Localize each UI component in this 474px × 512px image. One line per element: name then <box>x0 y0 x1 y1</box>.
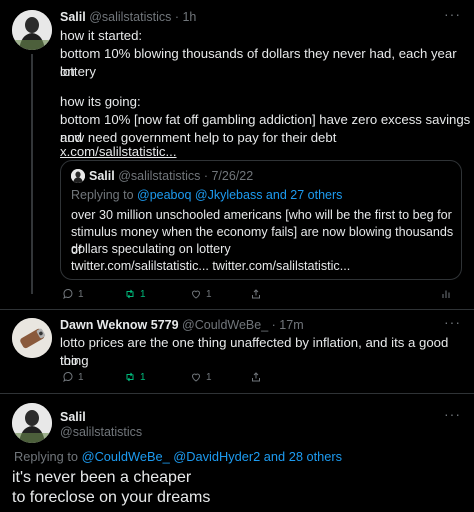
tweet-header: Salil @salilstatistics · 1h <box>60 9 196 25</box>
divider <box>0 309 474 310</box>
tweet-header: Dawn Weknow 5779 @CouldWeBe_ · 17m <box>60 317 304 333</box>
thread-line <box>31 54 33 294</box>
replying-to-label: Replying to <box>71 188 138 202</box>
heart-icon <box>191 373 201 382</box>
analytics-button[interactable] <box>440 288 452 300</box>
like-button[interactable]: 1 <box>190 371 250 383</box>
tweet-line: lottery <box>60 64 96 79</box>
timestamp[interactable]: · 17m <box>272 318 304 332</box>
tweet-line: how it started: <box>60 28 143 43</box>
heart-icon <box>191 290 201 299</box>
author-name[interactable]: Salil <box>60 409 86 425</box>
quote-header: Salil @salilstatistics · 7/26/22 <box>89 168 253 184</box>
replying-to-label: Replying to <box>14 449 82 464</box>
reply-count: 1 <box>78 371 84 383</box>
more-options-icon[interactable]: ··· <box>444 6 461 22</box>
tweet-line: too <box>60 353 79 368</box>
reply-icon <box>63 288 73 300</box>
author-handle[interactable]: @salilstatistics <box>89 10 171 24</box>
tweet-line: lotto prices are the one thing unaffecte… <box>60 335 452 368</box>
divider <box>0 393 474 394</box>
share-icon <box>252 372 260 382</box>
quote-avatar <box>71 169 85 183</box>
quote-text-line: over 30 million unschooled americans [wh… <box>71 208 452 222</box>
author-handle[interactable]: @salilstatistics <box>60 424 142 440</box>
quote-text-line: dollars speculating on lottery <box>71 242 231 256</box>
share-button[interactable] <box>250 371 262 383</box>
quote-replying-to: Replying to @peaboq @Jkylebass and 27 ot… <box>71 187 342 203</box>
replying-to-users[interactable]: @CouldWeBe_ @DavidHyder2 and 28 others <box>82 449 343 464</box>
reply-count: 1 <box>78 288 84 300</box>
retweet-button[interactable]: 1 <box>124 288 190 300</box>
tweet-line: bottom 10% blowing thousands of dollars … <box>60 46 461 79</box>
tweet-link[interactable]: x.com/salilstatistic... <box>60 143 177 161</box>
quote-timestamp: · 7/26/22 <box>203 169 254 183</box>
retweet-count: 1 <box>140 288 146 300</box>
quote-author-name: Salil <box>89 169 115 183</box>
avatar[interactable] <box>12 318 52 358</box>
tweet-actions: 1 1 1 <box>62 288 462 300</box>
author-name[interactable]: Dawn Weknow 5779 <box>60 318 179 332</box>
reply-button[interactable]: 1 <box>62 288 124 300</box>
tweet-line: it's never been a cheaper <box>12 469 192 486</box>
quoted-tweet[interactable]: Salil @salilstatistics · 7/26/22 Replyin… <box>60 160 462 280</box>
retweet-icon <box>126 372 134 382</box>
author-name[interactable]: Salil <box>60 10 86 24</box>
tweet-line: to foreclose on your dreams <box>12 489 211 506</box>
quote-author-handle: @salilstatistics <box>118 169 201 183</box>
quote-text-line: twitter.com/salilstatistic... twitter.co… <box>71 259 351 273</box>
tweet-actions: 1 1 1 <box>62 371 462 383</box>
more-options-icon[interactable]: ··· <box>444 314 461 330</box>
retweet-count: 1 <box>140 371 146 383</box>
retweet-button[interactable]: 1 <box>124 371 190 383</box>
reply-button[interactable]: 1 <box>62 371 124 383</box>
timestamp[interactable]: · 1h <box>175 10 197 24</box>
share-button[interactable] <box>250 288 440 300</box>
share-icon <box>252 289 260 299</box>
analytics-icon <box>442 290 450 298</box>
author-handle[interactable]: @CouldWeBe_ <box>182 318 268 332</box>
more-options-icon[interactable]: ··· <box>444 406 461 422</box>
like-button[interactable]: 1 <box>190 288 250 300</box>
avatar[interactable] <box>12 403 52 443</box>
replying-to-users[interactable]: @peaboq @Jkylebass and 27 others <box>137 188 342 202</box>
like-count: 1 <box>206 288 212 300</box>
avatar[interactable] <box>12 10 52 50</box>
like-count: 1 <box>206 371 212 383</box>
retweet-icon <box>126 289 134 299</box>
reply-icon <box>63 371 73 383</box>
tweet-line: how its going: <box>60 94 141 109</box>
replying-to: Replying to @CouldWeBe_ @DavidHyder2 and… <box>14 449 342 465</box>
